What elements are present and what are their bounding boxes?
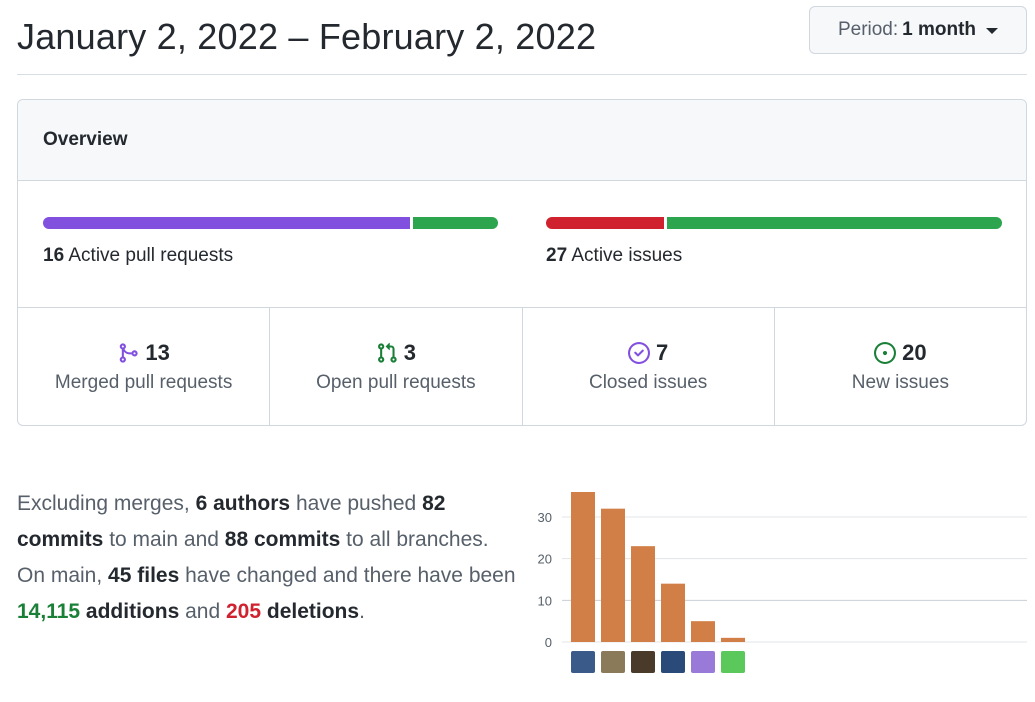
authors-count-link[interactable]: 6 authors: [196, 492, 291, 515]
chevron-down-icon: [986, 28, 999, 34]
chart-bar-author-3[interactable]: [631, 546, 655, 642]
closed-issue-icon: [628, 342, 650, 364]
y-tick-label: 0: [545, 635, 552, 650]
commits-by-author-chart: 0 10 20 30: [530, 480, 1030, 680]
new-issue-icon: [874, 342, 897, 364]
commit-summary: Excluding merges, 6 authors have pushed …: [17, 486, 517, 630]
pull-requests-bar-block: 16 Active pull requests: [43, 217, 498, 267]
avatar-3[interactable]: [631, 651, 655, 673]
additions-word: additions: [85, 600, 180, 623]
chart-bar-author-5[interactable]: [691, 621, 715, 642]
commits-all-count: 88 commits: [224, 528, 341, 551]
additions-count: 14,115: [17, 600, 81, 623]
closed-segment: [546, 217, 664, 229]
chart-bar-author-2[interactable]: [601, 508, 625, 642]
open-segment: [413, 217, 498, 229]
open-pr-label: Open pull requests: [316, 372, 476, 393]
avatar-6[interactable]: [721, 651, 745, 673]
commits-chart-svg: 0 10 20 30: [538, 492, 1027, 650]
active-pull-requests-count: 16: [43, 245, 65, 266]
overview-header: Overview: [18, 100, 1026, 181]
pull-requests-progress-bar[interactable]: [43, 217, 498, 229]
closed-issues-label: Closed issues: [588, 372, 708, 393]
files-changed-count: 45 files: [108, 564, 180, 587]
summary-text-1: Excluding merges,: [17, 492, 196, 515]
avatar-1[interactable]: [571, 651, 595, 673]
summary-text-3: to main and: [103, 528, 225, 551]
merged-segment: [43, 217, 411, 229]
chart-bar-author-6[interactable]: [721, 637, 745, 642]
active-issues-label: Active issues: [571, 245, 683, 266]
new-issues-label: New issues: [851, 372, 949, 393]
stat-closed-issues[interactable]: 7 Closed issues: [523, 308, 775, 425]
summary-text-5: have changed and there have been: [179, 564, 516, 587]
period-dropdown-button[interactable]: Period: 1 month: [809, 6, 1027, 54]
header: January 2, 2022 – February 2, 2022 Perio…: [17, 6, 1027, 75]
stat-open-pull-requests[interactable]: 3 Open pull requests: [270, 308, 523, 425]
deletions-word: deletions: [266, 600, 360, 623]
period-value: 1 month: [902, 19, 977, 40]
deletions-count: 205: [225, 600, 262, 623]
stats-row: 13 Merged pull requests 3 Open pull requ…: [18, 308, 1026, 425]
summary-text-7: .: [359, 600, 365, 623]
y-tick-label: 20: [538, 552, 552, 567]
issues-progress-bar[interactable]: [546, 217, 1002, 229]
summary-text-6: and: [179, 600, 226, 623]
closed-issues-count: 7: [656, 340, 669, 365]
y-tick-label: 10: [538, 593, 552, 608]
summary-text-2: have pushed: [290, 492, 423, 515]
activity-bars-row: 16 Active pull requests 27 Active issues: [18, 181, 1026, 308]
y-tick-label: 30: [538, 510, 552, 525]
stat-new-issues[interactable]: 20 New issues: [775, 308, 1026, 425]
period-label: Period:: [837, 19, 899, 40]
new-segment: [666, 217, 1002, 229]
avatar-5[interactable]: [691, 651, 715, 673]
merged-pr-label: Merged pull requests: [54, 372, 233, 393]
author-avatars: [571, 651, 745, 673]
active-issues-count: 27: [546, 245, 568, 266]
active-pull-requests-label: Active pull requests: [68, 245, 234, 266]
open-pr-count: 3: [403, 340, 416, 365]
new-issues-count: 20: [902, 340, 927, 365]
merged-pr-count: 13: [145, 340, 170, 365]
date-range-title: January 2, 2022 – February 2, 2022: [17, 16, 597, 57]
active-issues-caption[interactable]: 27 Active issues: [546, 245, 1002, 267]
merged-pr-icon: [117, 342, 139, 364]
active-pull-requests-caption[interactable]: 16 Active pull requests: [43, 245, 498, 267]
stat-merged-pull-requests[interactable]: 13 Merged pull requests: [18, 308, 271, 425]
open-pr-icon: [376, 342, 398, 364]
chart-bar-author-1[interactable]: [571, 492, 595, 642]
overview-panel: Overview 16 Active pull requests 27 Acti…: [17, 99, 1027, 426]
overview-title: Overview: [43, 129, 128, 150]
issues-bar-block: 27 Active issues: [546, 217, 1002, 267]
avatar-4[interactable]: [661, 651, 685, 673]
avatar-2[interactable]: [601, 651, 625, 673]
chart-bar-author-4[interactable]: [661, 583, 685, 642]
